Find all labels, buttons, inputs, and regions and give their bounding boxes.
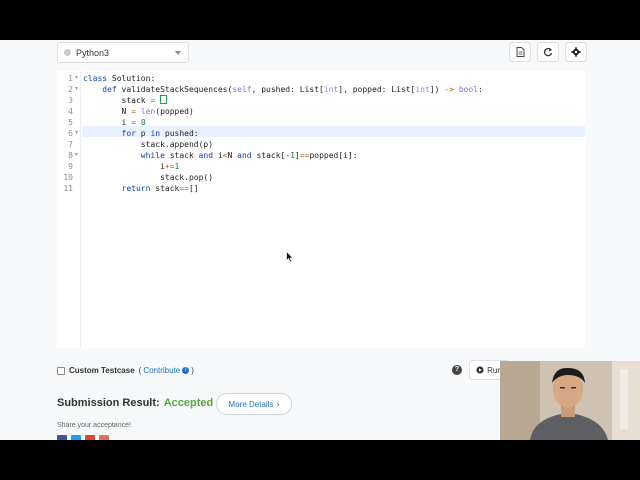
line-number: 5 <box>68 118 73 127</box>
refresh-icon <box>543 47 553 57</box>
line-number: 3 <box>68 96 73 105</box>
line-number: 1 <box>68 74 73 83</box>
facebook-share-icon[interactable] <box>57 435 67 440</box>
code-line: stack.pop() <box>83 173 214 182</box>
open-paren: ( <box>138 366 142 375</box>
file-button[interactable] <box>509 42 531 62</box>
mouse-cursor-icon <box>286 251 294 263</box>
fold-arrow-icon[interactable]: ▾ <box>75 151 78 158</box>
code-line: stack = <box>83 95 168 106</box>
share-text: Share your acceptance! <box>57 422 131 429</box>
line-number: 2 <box>68 85 73 94</box>
help-icon[interactable]: ? <box>452 365 462 375</box>
status-accepted: Accepted <box>163 397 214 409</box>
code-line: for p in pushed: <box>121 129 199 138</box>
code-line: class Solution: <box>83 74 156 83</box>
reset-code-button[interactable] <box>537 42 559 62</box>
close-paren: ) <box>191 366 194 375</box>
webcam-person-image <box>500 361 640 440</box>
language-dot-icon <box>64 49 71 56</box>
custom-testcase-row: Custom Testcase ( Contribute i ) <box>57 366 194 375</box>
contribute-link[interactable]: Contribute <box>143 366 180 375</box>
custom-testcase-checkbox[interactable] <box>57 366 65 375</box>
language-label: Python3 <box>76 47 110 58</box>
line-number: 7 <box>68 140 73 149</box>
line-number: 6 <box>68 129 73 138</box>
language-select[interactable]: Python3 <box>57 42 189 63</box>
fold-arrow-icon[interactable]: ▾ <box>75 129 78 136</box>
code-line: stack.append(p) <box>83 140 214 149</box>
fold-arrow-icon[interactable]: ▾ <box>75 74 78 81</box>
line-number-gutter: 1 2 3 4 5 6 7 8 9 10 11 ▾ ▾ ▾ ▾ <box>57 71 81 348</box>
google-plus-share-icon[interactable] <box>85 435 95 440</box>
submission-result-label: Submission Result: <box>57 397 160 409</box>
code-line: i = 0 <box>83 118 146 127</box>
line-number: 8 <box>68 151 73 160</box>
webcam-overlay <box>500 361 640 440</box>
file-icon <box>516 47 524 57</box>
more-details-button[interactable]: More Details › <box>216 393 292 415</box>
code-line: def validateStackSequences(self, pushed:… <box>102 85 483 94</box>
code-line: N = len(popped) <box>83 107 194 116</box>
more-details-label: More Details <box>228 399 274 409</box>
info-icon[interactable]: i <box>182 367 190 374</box>
submission-result: Submission Result: Accepted ? <box>57 397 227 409</box>
weibo-share-icon[interactable] <box>99 435 109 440</box>
code-editor[interactable]: 1 2 3 4 5 6 7 8 9 10 11 ▾ ▾ ▾ ▾ class So… <box>57 71 585 348</box>
line-number: 4 <box>68 107 73 116</box>
code-line: while stack and i<N and stack[-1]==poppe… <box>140 151 358 160</box>
fold-arrow-icon[interactable]: ▾ <box>75 85 78 92</box>
twitter-share-icon[interactable] <box>71 435 81 440</box>
settings-icon <box>571 47 581 57</box>
code-line: return stack==[] <box>121 184 199 193</box>
custom-testcase-label: Custom Testcase <box>69 366 135 375</box>
settings-button[interactable] <box>565 42 587 62</box>
play-icon <box>476 366 484 374</box>
code-line: i+=1 <box>83 162 180 171</box>
line-number: 11 <box>63 184 73 193</box>
chevron-right-icon: › <box>276 399 280 409</box>
chevron-down-icon <box>175 51 181 55</box>
line-number: 9 <box>68 162 73 171</box>
line-number: 10 <box>63 173 73 182</box>
